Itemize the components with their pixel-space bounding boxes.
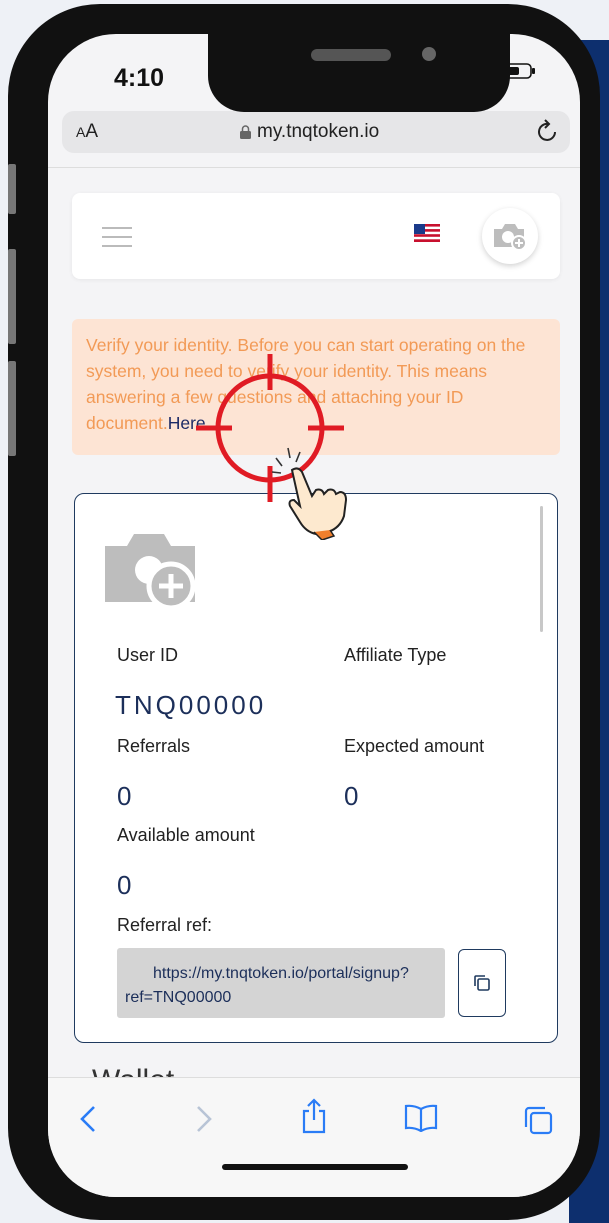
front-camera xyxy=(422,47,436,61)
user-id-value: TNQ00000 xyxy=(115,690,267,720)
referrals-label: Referrals xyxy=(117,736,191,756)
verify-identity-alert: Verify your identity. Before you can sta… xyxy=(72,319,560,455)
hamburger-menu-icon[interactable] xyxy=(102,227,132,254)
referral-link-field[interactable]: https://my.tnqtoken.io/portal/signup? re… xyxy=(117,948,445,1018)
profile-avatar-button[interactable] xyxy=(482,208,538,264)
available-amount-value: 0 xyxy=(117,870,132,900)
address-bar[interactable]: AA my.tnqtoken.io xyxy=(62,111,570,153)
affiliate-type-label: Affiliate Type xyxy=(344,645,447,665)
referral-ref-label: Referral ref: xyxy=(117,915,213,935)
available-amount-label: Available amount xyxy=(117,825,255,845)
browser-toolbar xyxy=(48,1077,580,1197)
phone-screen: 4:10 AA my.tnqtoken.io Verify your ident… xyxy=(48,34,580,1197)
volume-down-button xyxy=(8,361,16,456)
back-icon[interactable] xyxy=(78,1104,98,1134)
url-display[interactable]: my.tnqtoken.io xyxy=(240,121,379,143)
referrals-value: 0 xyxy=(117,781,132,811)
camera-add-icon xyxy=(494,224,527,251)
reload-icon[interactable] xyxy=(536,119,560,145)
status-time: 4:10 xyxy=(114,64,165,92)
volume-up-button xyxy=(8,249,16,344)
tabs-icon[interactable] xyxy=(522,1104,554,1136)
card-scrollbar[interactable] xyxy=(540,506,543,632)
share-icon[interactable] xyxy=(300,1098,328,1134)
referral-link-line1: https://my.tnqtoken.io/portal/signup? xyxy=(153,965,409,982)
expected-amount-label: Expected amount xyxy=(344,736,485,756)
alert-message: Verify your identity. Before you can sta… xyxy=(86,335,526,433)
home-indicator[interactable] xyxy=(222,1164,408,1170)
phone-frame: 4:10 AA my.tnqtoken.io Verify your ident… xyxy=(8,4,600,1220)
profile-photo-camera-icon[interactable] xyxy=(101,528,199,614)
app-header xyxy=(72,193,560,279)
referral-link-line2: ref=TNQ00000 xyxy=(125,989,232,1006)
address-bar-divider xyxy=(48,167,580,168)
forward-icon[interactable] xyxy=(194,1104,214,1134)
url-text: my.tnqtoken.io xyxy=(257,121,380,142)
speaker xyxy=(311,49,391,61)
expected-amount-value: 0 xyxy=(344,781,359,811)
user-id-label: User ID xyxy=(117,645,179,665)
mute-switch xyxy=(8,164,16,214)
tap-hand-icon xyxy=(271,447,348,540)
text-size-button[interactable]: AA xyxy=(76,121,98,143)
copy-referral-button[interactable] xyxy=(458,949,506,1017)
verify-here-link[interactable]: Here xyxy=(168,413,206,433)
copy-icon xyxy=(474,975,490,991)
bookmarks-icon[interactable] xyxy=(404,1104,438,1132)
profile-card: User ID Affiliate Type TNQ00000 Referral… xyxy=(74,493,558,1043)
notch xyxy=(208,34,510,112)
us-flag-icon[interactable] xyxy=(414,224,440,242)
lock-icon xyxy=(240,125,251,139)
